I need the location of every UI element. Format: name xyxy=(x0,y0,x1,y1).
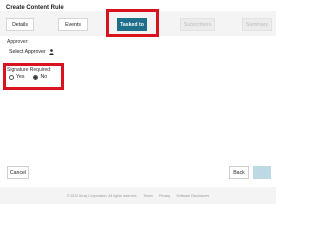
step-summary: Summary xyxy=(242,18,272,31)
footer-copyright: © 2022 Array Corporation. All rights res… xyxy=(66,193,138,198)
step-details[interactable]: Details xyxy=(6,18,34,31)
step-events[interactable]: Events xyxy=(58,18,88,31)
footer: © 2022 Array Corporation. All rights res… xyxy=(0,187,276,204)
footer-terms-link[interactable]: Terms xyxy=(143,194,153,198)
person-icon xyxy=(48,49,54,55)
cancel-button[interactable]: Cancel xyxy=(7,166,29,179)
footer-privacy-link[interactable]: Privacy xyxy=(159,194,170,198)
footer-software-disclosures-link[interactable]: Software Disclosures xyxy=(176,194,209,198)
approver-label: Approver: xyxy=(7,39,29,45)
step-subscribers: Subscribers xyxy=(180,18,215,31)
highlight-tasked-to xyxy=(106,9,159,37)
select-approver-button[interactable]: Select Approver xyxy=(7,46,56,58)
highlight-signature xyxy=(3,63,64,90)
next-button[interactable] xyxy=(253,166,271,179)
select-approver-label: Select Approver xyxy=(9,49,46,55)
back-button[interactable]: Back xyxy=(229,166,249,179)
